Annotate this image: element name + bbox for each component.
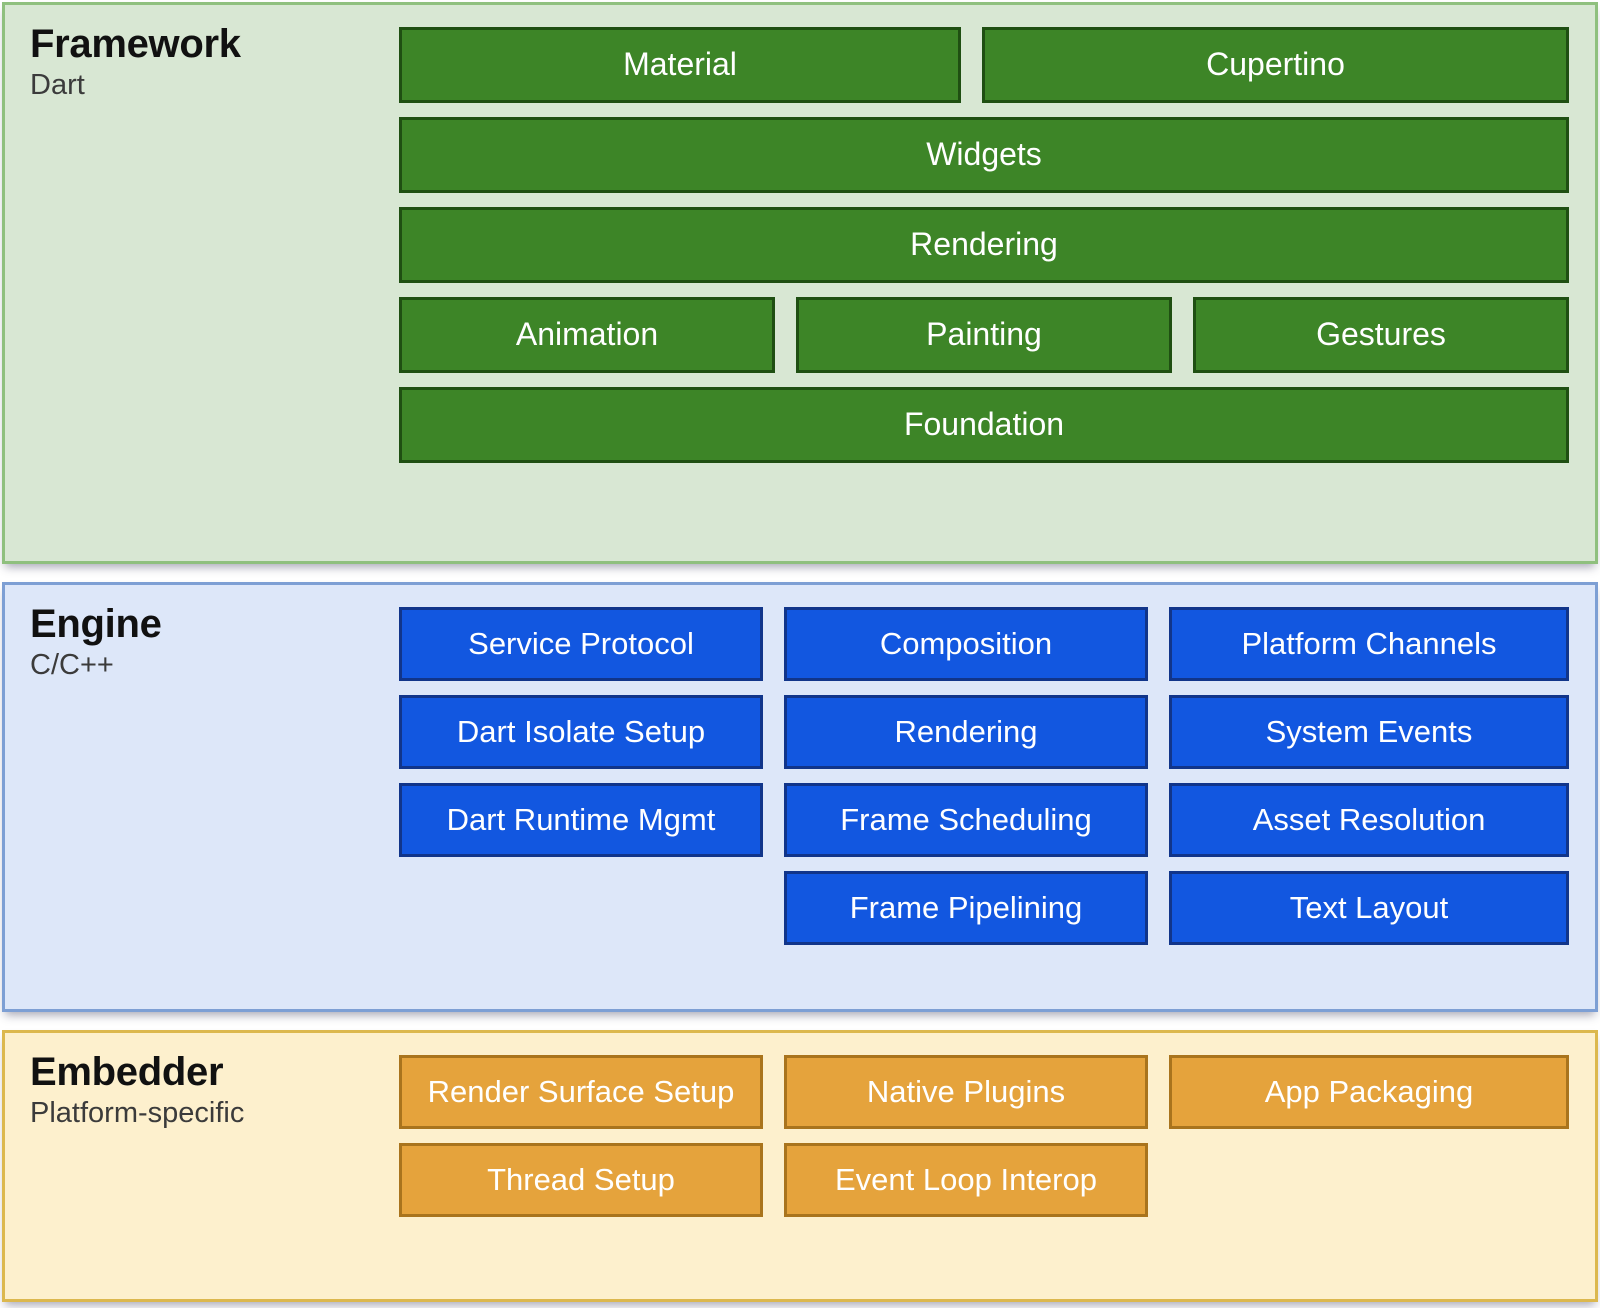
- embedder-label-block: Embedder Platform-specific: [5, 1033, 399, 1132]
- spacer: [961, 27, 982, 103]
- framework-row-3: Rendering: [399, 207, 1569, 283]
- spacer: [1148, 695, 1169, 769]
- node-animation[interactable]: Animation: [399, 297, 775, 373]
- spacer: [763, 1143, 784, 1217]
- engine-label-block: Engine C/C++: [5, 585, 399, 684]
- engine-title: Engine: [30, 603, 399, 645]
- embedder-title: Embedder: [30, 1051, 399, 1093]
- framework-row-5: Foundation: [399, 387, 1569, 463]
- node-widgets[interactable]: Widgets: [399, 117, 1569, 193]
- node-frame-pipelining[interactable]: Frame Pipelining: [784, 871, 1148, 945]
- spacer: [763, 607, 784, 681]
- spacer: [775, 297, 796, 373]
- embedder-row-2: Thread Setup Event Loop Interop: [399, 1143, 1569, 1217]
- spacer: [1148, 871, 1169, 945]
- framework-node-grid: Material Cupertino Widgets Rendering Ani…: [399, 5, 1595, 463]
- layer-embedder: Embedder Platform-specific Render Surfac…: [2, 1030, 1598, 1302]
- node-rendering-engine[interactable]: Rendering: [784, 695, 1148, 769]
- flutter-architecture-diagram: Framework Dart Material Cupertino Widget…: [0, 0, 1600, 1308]
- engine-subtitle: C/C++: [30, 647, 399, 683]
- node-text-layout[interactable]: Text Layout: [1169, 871, 1569, 945]
- node-thread-setup[interactable]: Thread Setup: [399, 1143, 763, 1217]
- spacer: [1148, 783, 1169, 857]
- spacer: [1172, 297, 1193, 373]
- spacer: [1148, 607, 1169, 681]
- spacer: [1148, 1143, 1169, 1217]
- framework-title: Framework: [30, 23, 399, 65]
- node-material[interactable]: Material: [399, 27, 961, 103]
- engine-empty-cell: [399, 871, 763, 945]
- framework-row-2: Widgets: [399, 117, 1569, 193]
- spacer: [763, 1055, 784, 1129]
- engine-node-grid: Service Protocol Composition Platform Ch…: [399, 585, 1595, 945]
- node-dart-isolate-setup[interactable]: Dart Isolate Setup: [399, 695, 763, 769]
- embedder-subtitle: Platform-specific: [30, 1095, 399, 1131]
- node-system-events[interactable]: System Events: [1169, 695, 1569, 769]
- node-render-surface-setup[interactable]: Render Surface Setup: [399, 1055, 763, 1129]
- node-event-loop-interop[interactable]: Event Loop Interop: [784, 1143, 1148, 1217]
- node-foundation[interactable]: Foundation: [399, 387, 1569, 463]
- layer-engine: Engine C/C++ Service Protocol Compositio…: [2, 582, 1598, 1012]
- embedder-row-1: Render Surface Setup Native Plugins App …: [399, 1055, 1569, 1129]
- spacer: [1148, 1055, 1169, 1129]
- spacer: [763, 871, 784, 945]
- embedder-node-grid: Render Surface Setup Native Plugins App …: [399, 1033, 1595, 1217]
- engine-row-1: Service Protocol Composition Platform Ch…: [399, 607, 1569, 681]
- node-gestures[interactable]: Gestures: [1193, 297, 1569, 373]
- node-composition[interactable]: Composition: [784, 607, 1148, 681]
- node-painting[interactable]: Painting: [796, 297, 1172, 373]
- node-rendering[interactable]: Rendering: [399, 207, 1569, 283]
- framework-row-1: Material Cupertino: [399, 27, 1569, 103]
- node-platform-channels[interactable]: Platform Channels: [1169, 607, 1569, 681]
- node-frame-scheduling[interactable]: Frame Scheduling: [784, 783, 1148, 857]
- framework-subtitle: Dart: [30, 67, 399, 103]
- node-app-packaging[interactable]: App Packaging: [1169, 1055, 1569, 1129]
- engine-row-4: Frame Pipelining Text Layout: [399, 871, 1569, 945]
- embedder-empty-cell: [1169, 1143, 1569, 1217]
- engine-row-3: Dart Runtime Mgmt Frame Scheduling Asset…: [399, 783, 1569, 857]
- spacer: [763, 695, 784, 769]
- spacer: [763, 783, 784, 857]
- node-native-plugins[interactable]: Native Plugins: [784, 1055, 1148, 1129]
- node-cupertino[interactable]: Cupertino: [982, 27, 1569, 103]
- engine-row-2: Dart Isolate Setup Rendering System Even…: [399, 695, 1569, 769]
- node-service-protocol[interactable]: Service Protocol: [399, 607, 763, 681]
- node-dart-runtime-mgmt[interactable]: Dart Runtime Mgmt: [399, 783, 763, 857]
- node-asset-resolution[interactable]: Asset Resolution: [1169, 783, 1569, 857]
- framework-row-4: Animation Painting Gestures: [399, 297, 1569, 373]
- framework-label-block: Framework Dart: [5, 5, 399, 104]
- layer-framework: Framework Dart Material Cupertino Widget…: [2, 2, 1598, 564]
